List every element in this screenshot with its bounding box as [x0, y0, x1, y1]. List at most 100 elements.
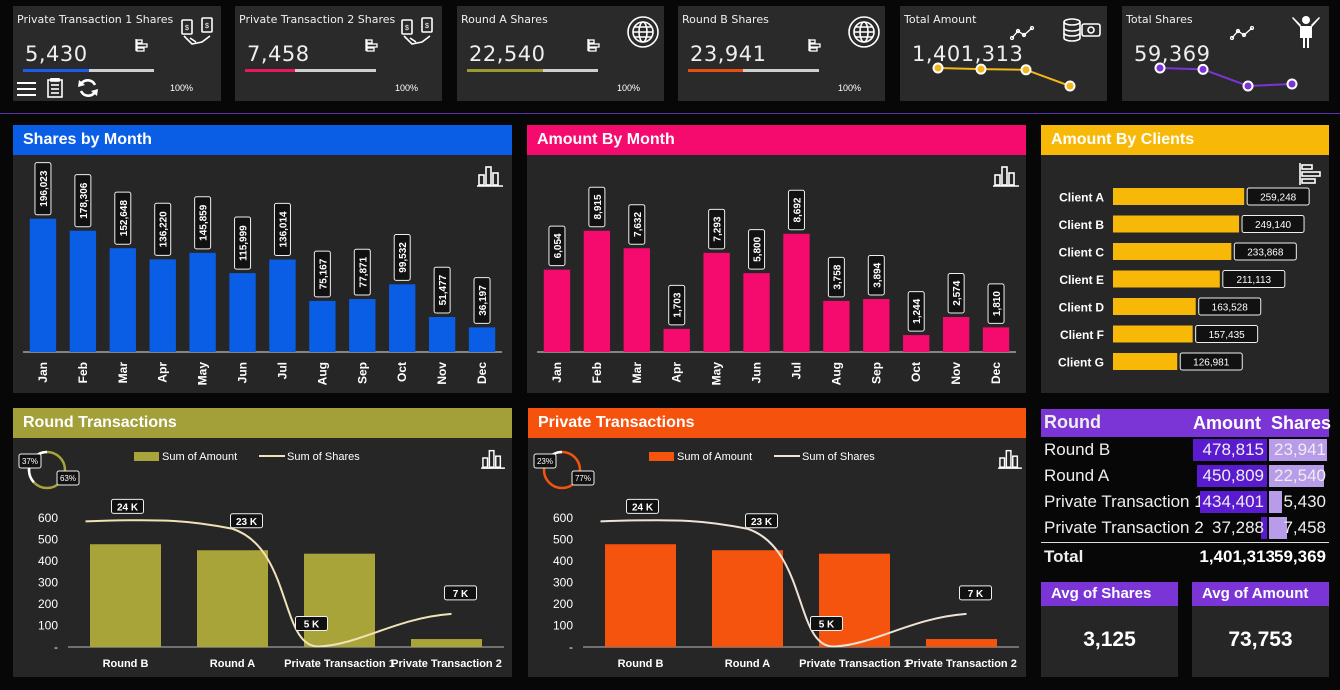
category-label: Nov — [435, 362, 449, 385]
row-round: Private Transaction 2 — [1044, 518, 1204, 537]
bar — [197, 550, 268, 647]
table-row: Private Transaction 2 37,288 7,458 — [1041, 515, 1329, 541]
data-label: 259,248 — [1260, 193, 1297, 204]
category-label: Client C — [1059, 246, 1105, 260]
sparkline-point — [1242, 80, 1254, 92]
kpi-progress-fill — [467, 69, 543, 72]
bar — [605, 544, 676, 647]
kpi-card-private-transaction-2-shares: Private Transaction 2 Shares 7,458 100% $ $ — [235, 6, 442, 101]
category-label: Nov — [949, 362, 963, 385]
category-label: Apr — [156, 362, 170, 383]
donut-label: 37% — [22, 457, 38, 466]
amount-by-clients-chart: Client A 259,248 Client B 249,140 Client C 23… — [1058, 187, 1310, 371]
bar — [823, 300, 850, 352]
shares-by-month-panel: Shares by Month 196,023 Jan 178,306 Feb 152,… — [13, 125, 512, 393]
avg-amount-card: Avg of Amount 73,753 — [1192, 582, 1329, 677]
kpi-card-round-a-shares: Round A Shares 22,540 100% — [457, 6, 664, 101]
data-label: 6,054 — [553, 233, 564, 258]
bar — [1113, 325, 1193, 343]
data-label: 145,859 — [199, 204, 210, 241]
bar — [109, 248, 136, 352]
row-shares: 23,941 — [1274, 440, 1326, 459]
data-label: 157,435 — [1209, 330, 1246, 341]
data-label: 196,023 — [39, 170, 50, 207]
refresh-icon[interactable] — [77, 77, 99, 99]
bar — [712, 550, 783, 647]
bar — [69, 230, 97, 352]
bar — [703, 252, 730, 352]
svg-text:$: $ — [205, 23, 209, 30]
private-transactions-chart: 23% 77% Sum of Amount Sum of Shares 600 500 40… — [533, 450, 1019, 670]
category-label: Round B — [103, 658, 149, 670]
legend-label-amount: Sum of Amount — [162, 451, 237, 463]
category-label: Dec — [475, 362, 489, 384]
table-row: Round B 478,815 23,941 — [1041, 437, 1329, 463]
bar — [189, 252, 216, 352]
data-label: 1,703 — [673, 292, 684, 317]
category-label: Private Transaction 2 — [906, 658, 1017, 670]
y-tick-label: 300 — [38, 576, 58, 590]
data-label: 126,981 — [1193, 358, 1230, 369]
y-tick-label: - — [569, 640, 573, 654]
line-label: 7 K — [453, 589, 469, 600]
bar — [819, 553, 890, 647]
kpi-value: 22,540 — [469, 42, 546, 66]
category-label: Client F — [1060, 328, 1104, 342]
data-label: 136,220 — [159, 211, 170, 248]
y-tick-label: 300 — [553, 576, 573, 590]
row-round: Private Transaction 1 — [1044, 492, 1204, 511]
kpi-title: Round B Shares — [682, 13, 769, 26]
col-header-amount: Amount — [1193, 413, 1261, 433]
data-label: 7,293 — [713, 216, 724, 241]
round-transactions-panel: Round Transactions 37% 63% Sum of Amount Su… — [13, 408, 512, 677]
y-tick-label: 500 — [553, 533, 573, 547]
y-tick-label: 500 — [38, 533, 58, 547]
total-shares: 59,369 — [1274, 547, 1326, 566]
data-label: 163,528 — [1212, 303, 1249, 314]
category-label: Feb — [590, 362, 604, 383]
row-shares: 5,430 — [1283, 492, 1326, 511]
y-tick-label: 200 — [553, 597, 573, 611]
kpi-percent: 100% — [838, 83, 862, 93]
avg-shares-value: 3,125 — [1083, 628, 1136, 651]
row-round: Round A — [1044, 466, 1110, 485]
data-label: 36,197 — [478, 285, 489, 316]
line-label: 5 K — [304, 620, 320, 631]
header-divider — [0, 113, 1340, 114]
bar — [90, 544, 161, 647]
bar — [269, 259, 296, 352]
row-amount: 450,809 — [1202, 466, 1264, 485]
svg-text:$: $ — [405, 25, 409, 32]
legend-label-shares: Sum of Shares — [287, 451, 360, 463]
bar — [583, 230, 611, 352]
data-label: 249,140 — [1255, 220, 1292, 231]
bar — [1113, 298, 1196, 315]
sparkline-point — [1020, 64, 1032, 76]
kpi-title: Private Transaction 1 Shares — [17, 13, 174, 26]
amount-by-clients-panel: Amount By Clients Client A 259,248 Client … — [1041, 125, 1329, 393]
category-label: Mar — [116, 362, 130, 384]
data-label: 2,574 — [952, 280, 963, 305]
row-shares: 7,458 — [1283, 518, 1326, 537]
bar — [783, 233, 810, 352]
category-label: Aug — [315, 362, 329, 385]
kpi-value: 7,458 — [247, 42, 310, 66]
category-label: May — [710, 362, 724, 386]
data-label: 5,800 — [753, 236, 764, 261]
report-icon[interactable] — [46, 78, 66, 98]
data-label: 51,477 — [438, 274, 449, 305]
line-label: 23 K — [751, 517, 773, 528]
category-label: Aug — [829, 362, 843, 385]
data-label: 1,810 — [992, 291, 1003, 316]
data-label: 178,306 — [79, 182, 90, 219]
bar — [1113, 353, 1178, 370]
y-tick-label: 100 — [553, 619, 573, 633]
menu-icon[interactable] — [17, 81, 36, 96]
y-tick-label: 600 — [38, 511, 58, 525]
bar-mini-icon — [135, 39, 148, 52]
bar — [1113, 243, 1232, 260]
row-amount: 434,401 — [1202, 492, 1264, 511]
avg-shares-label: Avg of Shares — [1041, 582, 1178, 606]
category-label: Oct — [909, 362, 923, 382]
handshake-icon: $ $ — [401, 17, 433, 45]
